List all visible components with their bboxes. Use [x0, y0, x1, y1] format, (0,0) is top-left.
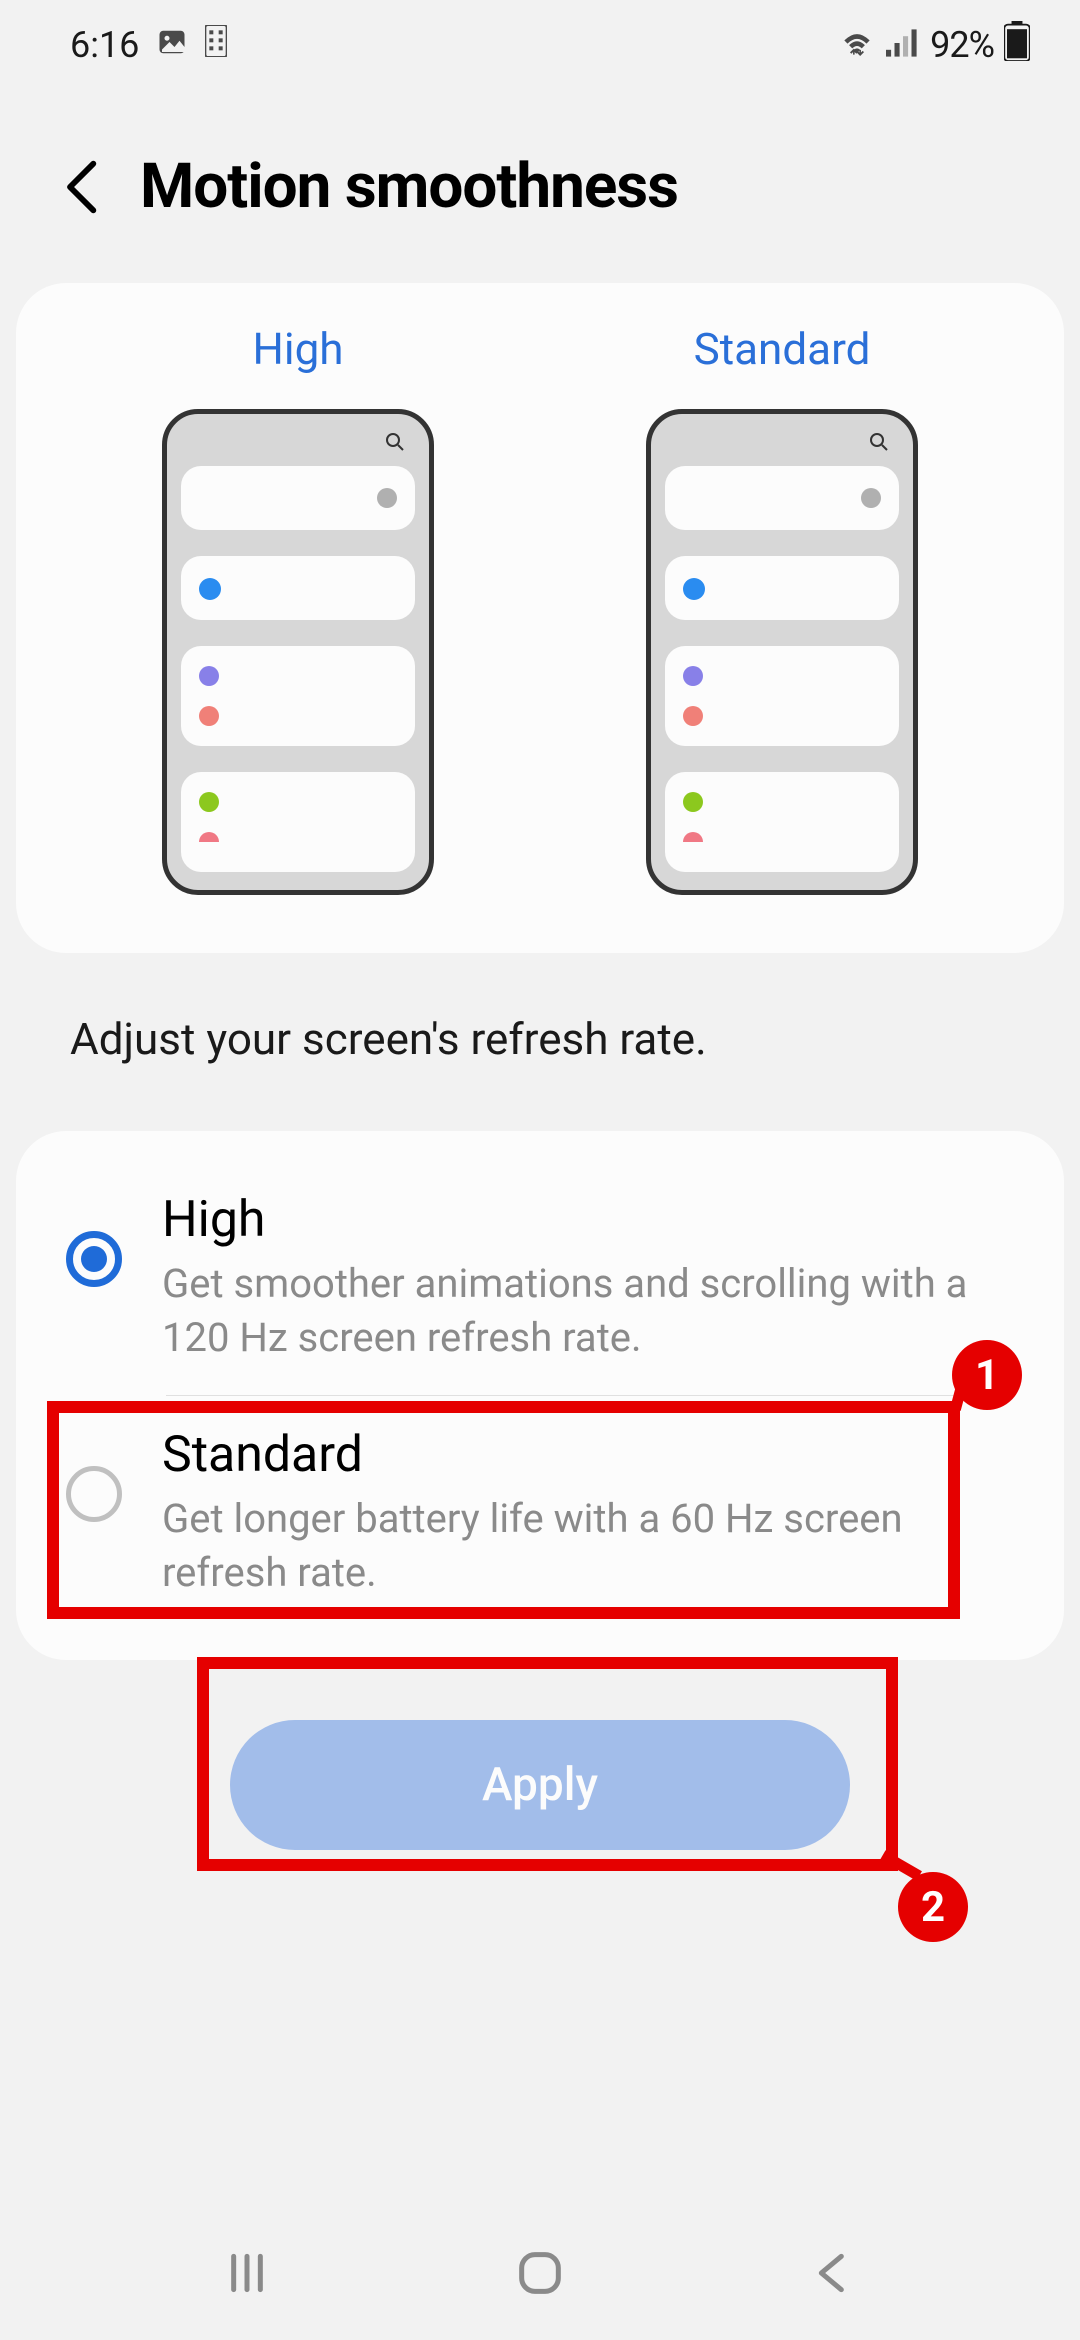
recents-icon[interactable]: [222, 2248, 272, 2302]
option-title-high: High: [162, 1191, 1014, 1249]
nav-back-icon[interactable]: [808, 2248, 858, 2302]
back-icon[interactable]: [60, 157, 100, 217]
preview-standard[interactable]: Standard: [646, 323, 918, 895]
annotation-box-1: [47, 1401, 960, 1619]
status-bar: 6:16 92%: [0, 0, 1080, 90]
preview-high[interactable]: High: [162, 323, 434, 895]
radio-high[interactable]: [66, 1231, 122, 1287]
wifi-icon: [838, 24, 876, 66]
preview-label-standard: Standard: [694, 323, 871, 375]
phone-preview-high: [162, 409, 434, 895]
annotation-badge-1: 1: [952, 1340, 1022, 1410]
annotation-badge-2: 2: [898, 1872, 968, 1942]
home-icon[interactable]: [515, 2248, 565, 2302]
page-title: Motion smoothness: [140, 150, 678, 223]
gallery-icon: [157, 24, 187, 66]
section-description: Adjust your screen's refresh rate.: [0, 953, 1080, 1115]
annotation-box-2: [197, 1657, 898, 1871]
preview-card: High Standard: [16, 283, 1064, 953]
search-icon: [385, 432, 405, 452]
signal-icon: [886, 24, 920, 66]
preview-label-high: High: [252, 323, 343, 375]
sim-icon: [205, 24, 227, 66]
status-time: 6:16: [70, 24, 139, 66]
search-icon: [869, 432, 889, 452]
navigation-bar: [0, 2210, 1080, 2340]
battery-icon: [1004, 21, 1030, 70]
header: Motion smoothness: [0, 90, 1080, 283]
phone-preview-standard: [646, 409, 918, 895]
battery-percentage: 92%: [930, 24, 994, 66]
option-high[interactable]: High Get smoother animations and scrolli…: [16, 1161, 1064, 1395]
option-desc-high: Get smoother animations and scrolling wi…: [162, 1257, 1014, 1365]
